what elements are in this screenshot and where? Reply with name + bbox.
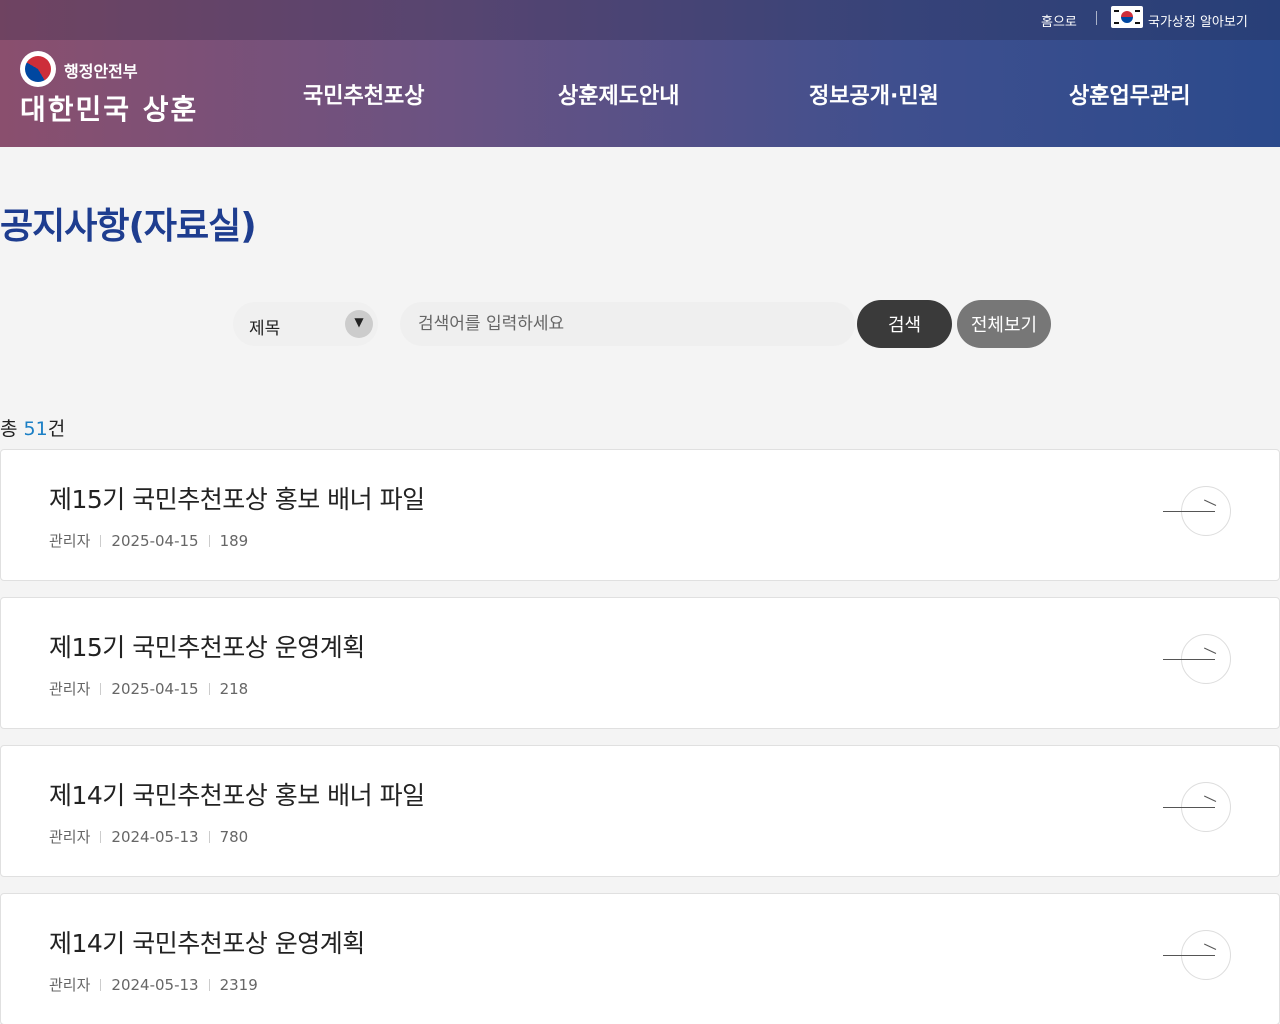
nav-item-citizen-award[interactable]: 국민추천포상 <box>303 78 424 110</box>
site-header: 홈으로 국가상징 알아보기 행정안전부 대한민국 상훈 국민추천포상 상훈제도안… <box>0 0 1280 147</box>
post-title[interactable]: 제15기 국민추천포상 운영계획 <box>49 628 365 664</box>
utility-divider <box>1096 11 1097 25</box>
post-meta: 관리자 2025-04-15 189 <box>49 530 248 551</box>
post-title[interactable]: 제14기 국민추천포상 홍보 배너 파일 <box>49 776 425 812</box>
post-author: 관리자 <box>49 828 91 846</box>
search-input[interactable] <box>400 302 855 346</box>
post-views: 189 <box>219 531 249 550</box>
government-emblem-icon[interactable] <box>20 51 56 87</box>
post-meta: 관리자 2025-04-15 218 <box>49 678 248 699</box>
post-date: 2025-04-15 <box>111 679 199 698</box>
arrow-right-icon[interactable] <box>1163 782 1233 834</box>
page-title: 공지사항(자료실) <box>0 206 257 247</box>
list-item[interactable]: 제15기 국민추천포상 홍보 배너 파일 관리자 2025-04-15 189 <box>0 449 1280 581</box>
arrow-right-icon[interactable] <box>1163 486 1233 538</box>
post-views: 2319 <box>219 975 258 994</box>
list-item[interactable]: 제14기 국민추천포상 운영계획 관리자 2024-05-13 2319 <box>0 893 1280 1024</box>
nav-item-award-system[interactable]: 상훈제도안내 <box>558 78 679 110</box>
post-date: 2024-05-13 <box>111 827 199 846</box>
post-author: 관리자 <box>49 532 91 550</box>
list-item[interactable]: 제15기 국민추천포상 운영계획 관리자 2025-04-15 218 <box>0 597 1280 729</box>
arrow-right-icon[interactable] <box>1163 930 1233 982</box>
korean-flag-icon[interactable] <box>1111 6 1143 28</box>
post-date: 2024-05-13 <box>111 975 199 994</box>
post-author: 관리자 <box>49 680 91 698</box>
post-views: 780 <box>219 827 249 846</box>
post-views: 218 <box>219 679 249 698</box>
post-meta: 관리자 2024-05-13 2319 <box>49 974 258 995</box>
list-item[interactable]: 제14기 국민추천포상 홍보 배너 파일 관리자 2024-05-13 780 <box>0 745 1280 877</box>
nav-item-info-disclosure[interactable]: 정보공개·민원 <box>809 78 939 110</box>
chevron-down-icon: ▼ <box>345 310 373 338</box>
search-field-value: 제목 <box>249 319 281 339</box>
view-all-button[interactable]: 전체보기 <box>957 300 1051 348</box>
post-author: 관리자 <box>49 976 91 994</box>
home-link[interactable]: 홈으로 <box>1041 11 1077 30</box>
nav-item-award-management[interactable]: 상훈업무관리 <box>1069 78 1190 110</box>
total-count-number: 51 <box>23 418 48 440</box>
site-logo-title[interactable]: 대한민국 상훈 <box>20 88 198 128</box>
utility-bar: 홈으로 국가상징 알아보기 <box>0 0 1280 40</box>
post-meta: 관리자 2024-05-13 780 <box>49 826 248 847</box>
post-date: 2025-04-15 <box>111 531 199 550</box>
national-symbol-link[interactable]: 국가상징 알아보기 <box>1148 11 1248 30</box>
post-title[interactable]: 제15기 국민추천포상 홍보 배너 파일 <box>49 480 425 516</box>
search-button[interactable]: 검색 <box>857 300 952 348</box>
arrow-right-icon[interactable] <box>1163 634 1233 686</box>
search-field-select[interactable]: 제목 ▼ <box>233 302 378 346</box>
ministry-name[interactable]: 행정안전부 <box>64 58 138 82</box>
total-count: 총 51건 <box>0 418 66 440</box>
post-title[interactable]: 제14기 국민추천포상 운영계획 <box>49 924 365 960</box>
